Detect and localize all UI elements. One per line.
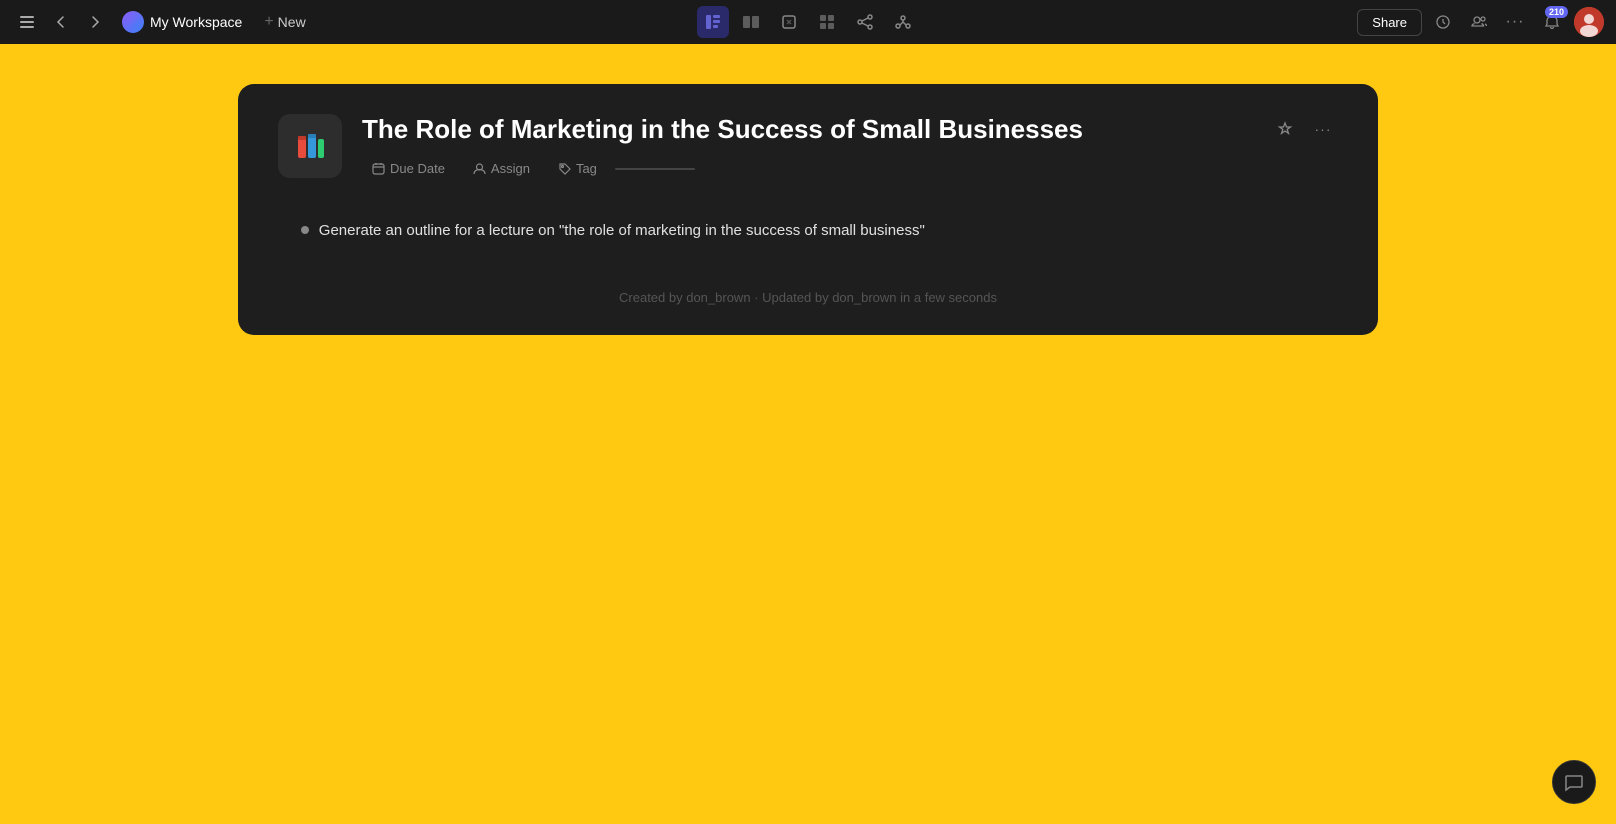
card-actions: ··· [1270,114,1338,144]
connections-button[interactable] [887,6,919,38]
assign-button[interactable]: Assign [463,157,540,180]
card-title: The Role of Marketing in the Success of … [362,114,1250,145]
chat-fab-button[interactable] [1552,760,1596,804]
task-more-button[interactable]: ··· [1306,216,1334,244]
card-meta: Due Date Assign Tag [362,157,1250,180]
document-card: The Role of Marketing in the Success of … [238,84,1378,335]
card-footer: Created by don_brown · Updated by don_br… [278,290,1338,305]
topbar: My Workspace + New [0,0,1616,44]
topbar-left: My Workspace + New [12,7,693,37]
user-avatar[interactable] [1574,7,1604,37]
workspace-label: My Workspace [150,14,242,30]
history-button[interactable] [1428,7,1458,37]
table-view-button[interactable] [811,6,843,38]
star-button[interactable] [1270,114,1300,144]
share-button[interactable]: Share [1357,9,1422,36]
main-content: The Role of Marketing in the Success of … [0,44,1616,824]
back-button[interactable] [46,7,76,37]
fullscreen-button[interactable] [773,6,805,38]
card-more-button[interactable]: ··· [1308,114,1338,144]
tag-button[interactable]: Tag [548,157,607,180]
meta-separator [615,168,695,170]
workspace-icon [122,11,144,33]
task-area: ⠿ Generate an outline for a lecture on "… [278,200,1338,260]
doc-view-button[interactable] [697,6,729,38]
topbar-center [697,6,919,38]
assign-label: Assign [491,161,530,176]
notification-badge: 210 [1545,6,1568,18]
share-view-button[interactable] [849,6,881,38]
split-view-button[interactable] [735,6,767,38]
tag-label: Tag [576,161,597,176]
card-title-section: The Role of Marketing in the Success of … [362,114,1250,180]
sidebar-toggle-button[interactable] [12,7,42,37]
document-icon [278,114,342,178]
card-footer-text: Created by don_brown · Updated by don_br… [619,290,997,305]
new-button[interactable]: + New [254,9,315,35]
workspace-button[interactable]: My Workspace [114,7,250,37]
notification-button[interactable]: 210 [1536,6,1568,38]
topbar-right: Share ··· 210 [923,6,1604,38]
task-add-button[interactable]: + [1272,216,1300,244]
task-bullet [301,226,309,234]
due-date-button[interactable]: Due Date [362,157,455,180]
share-label: Share [1372,15,1407,30]
new-label: New [278,14,306,30]
table-row: ⠿ Generate an outline for a lecture on "… [278,208,1338,252]
collab-button[interactable] [1464,7,1494,37]
forward-button[interactable] [80,7,110,37]
task-text: Generate an outline for a lecture on "th… [319,222,1262,239]
due-date-label: Due Date [390,161,445,176]
card-header: The Role of Marketing in the Success of … [278,114,1338,180]
more-options-button[interactable]: ··· [1500,7,1530,37]
